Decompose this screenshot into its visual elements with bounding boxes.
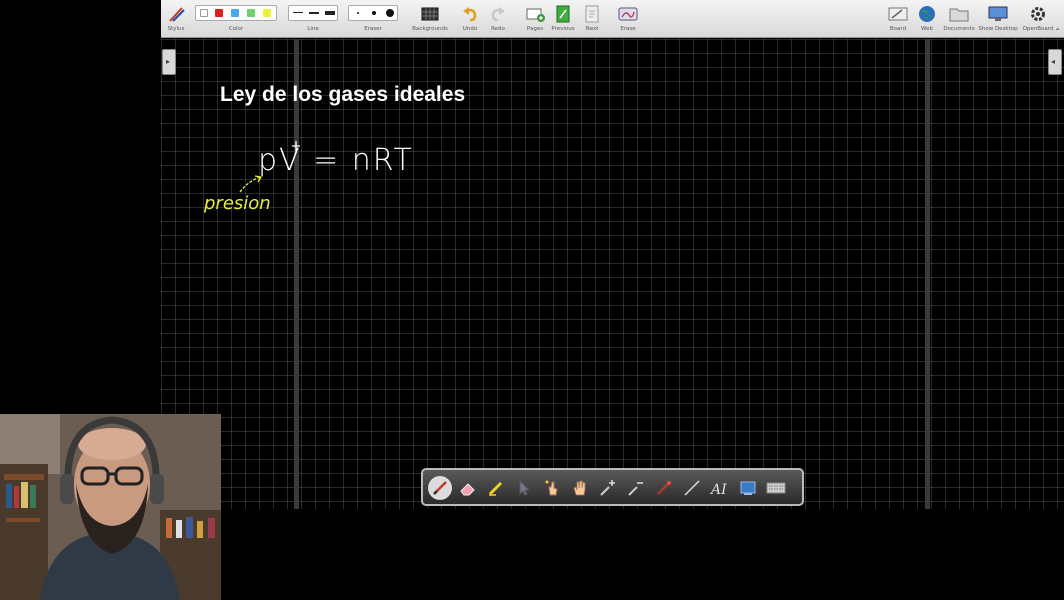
- web-label: Web: [921, 26, 933, 32]
- next-page-icon: [585, 5, 599, 23]
- svg-text:AI: AI: [710, 482, 727, 497]
- interact-icon: [545, 480, 558, 496]
- color-green-swatch[interactable]: [247, 9, 255, 17]
- laser-icon: [657, 481, 671, 495]
- selector-tool-button[interactable]: [512, 476, 536, 500]
- eraser-medium-button[interactable]: [367, 7, 381, 19]
- zoom-out-icon: [628, 482, 643, 496]
- backgrounds-label: Backgrounds: [412, 26, 448, 32]
- chevron-left-icon: ◂: [1051, 57, 1056, 66]
- eraser-label: Eraser: [364, 26, 382, 32]
- redo-icon: [491, 7, 505, 22]
- volume-mark-annotation: [292, 141, 300, 153]
- whiteboard-canvas[interactable]: ▸ ◂ Ley de los gases ideales pV = nRT pr…: [161, 39, 1064, 509]
- undo-button[interactable]: [457, 3, 483, 25]
- hand-tool-button[interactable]: [568, 476, 592, 500]
- pages-label: Pages: [526, 26, 544, 32]
- documents-label: Documents: [943, 26, 975, 32]
- web-button[interactable]: [914, 3, 940, 25]
- gear-icon: [1031, 7, 1045, 21]
- color-palette: [195, 5, 277, 21]
- handwritten-formula: pV = nRT: [258, 143, 414, 178]
- capture-icon: [740, 481, 756, 495]
- zoom-in-icon: [600, 480, 615, 496]
- board-icon: [888, 7, 908, 21]
- openboard-button[interactable]: [1025, 3, 1051, 25]
- capture-tool-button[interactable]: [736, 476, 760, 500]
- erase-board-button[interactable]: [615, 3, 641, 25]
- laser-pointer-tool-button[interactable]: [652, 476, 676, 500]
- backgrounds-button[interactable]: [417, 3, 443, 25]
- color-label: Color: [228, 26, 244, 32]
- line-icon: [684, 480, 700, 496]
- grid-divider-left: [294, 39, 299, 509]
- line-label: Line: [307, 26, 319, 32]
- zoom-in-tool-button[interactable]: [596, 476, 620, 500]
- line-tool-button[interactable]: [680, 476, 704, 500]
- floating-tool-palette: AI: [421, 468, 804, 506]
- color-yellow-swatch[interactable]: [263, 9, 271, 17]
- text-icon: AI: [710, 482, 727, 497]
- pressure-annotation: presion: [204, 193, 271, 214]
- interact-tool-button[interactable]: [540, 476, 564, 500]
- right-panel-toggle[interactable]: ◂: [1048, 49, 1062, 75]
- board-heading: Ley de los gases ideales: [220, 83, 466, 106]
- eraser-large-button[interactable]: [383, 7, 397, 19]
- stylus-icon: [169, 7, 185, 22]
- stylus-label: Stylus: [167, 26, 185, 32]
- next-label: Next: [585, 26, 599, 32]
- documents-button[interactable]: [946, 3, 972, 25]
- chevron-right-icon: ▸: [166, 57, 171, 66]
- keyboard-tool-button[interactable]: [764, 476, 788, 500]
- pen-tool-button[interactable]: [428, 476, 452, 500]
- eraser-size-selector: [348, 5, 398, 21]
- next-page-button[interactable]: [579, 3, 605, 25]
- keyboard-icon: [766, 482, 786, 494]
- eraser-small-button[interactable]: [351, 7, 365, 19]
- monitor-icon: [988, 6, 1008, 21]
- line-thin-button[interactable]: [291, 7, 305, 19]
- redo-button[interactable]: [485, 3, 511, 25]
- undo-icon: [463, 7, 477, 22]
- previous-page-icon: [556, 5, 570, 23]
- openboard-label: OpenBoard: [1022, 26, 1054, 32]
- board-label: Board: [889, 26, 907, 32]
- show-desktop-button[interactable]: [985, 3, 1011, 25]
- backgrounds-grid-icon: [421, 7, 439, 21]
- collapse-chevron-icon[interactable]: ⌃: [1054, 27, 1061, 36]
- selector-icon: [519, 479, 531, 496]
- previous-label: Previous: [551, 26, 575, 32]
- eraser-tool-button[interactable]: [456, 476, 480, 500]
- line-medium-button[interactable]: [307, 7, 321, 19]
- main-toolbar: Stylus Color Line Eraser Backgrounds Und…: [161, 0, 1064, 38]
- presenter-video-image: [0, 414, 221, 600]
- pen-icon: [433, 481, 447, 495]
- line-width-selector: [288, 5, 338, 21]
- webcam-overlay: [0, 414, 221, 600]
- erase-label: Erase: [620, 26, 636, 32]
- pages-button[interactable]: [522, 3, 548, 25]
- highlighter-tool-button[interactable]: [484, 476, 508, 500]
- color-blue-swatch[interactable]: [231, 9, 239, 17]
- color-white-swatch[interactable]: [200, 9, 208, 17]
- highlighter-icon: [488, 481, 503, 496]
- zoom-out-tool-button[interactable]: [624, 476, 648, 500]
- redo-label: Redo: [491, 26, 505, 32]
- grid-divider-right: [925, 39, 930, 509]
- board-button[interactable]: [885, 3, 911, 25]
- undo-label: Undo: [462, 26, 478, 32]
- globe-icon: [919, 6, 935, 22]
- color-red-swatch[interactable]: [215, 9, 223, 17]
- stylus-button[interactable]: [163, 3, 189, 25]
- add-page-icon: [526, 8, 545, 22]
- text-tool-button[interactable]: AI: [708, 476, 732, 500]
- previous-page-button[interactable]: [550, 3, 576, 25]
- eraser-icon: [460, 483, 475, 496]
- show-desktop-label: Show Desktop: [978, 26, 1018, 32]
- left-panel-toggle[interactable]: ▸: [162, 49, 176, 75]
- hand-icon: [573, 480, 586, 496]
- erase-board-icon: [618, 7, 638, 21]
- line-thick-button[interactable]: [323, 7, 337, 19]
- folder-icon: [949, 8, 969, 22]
